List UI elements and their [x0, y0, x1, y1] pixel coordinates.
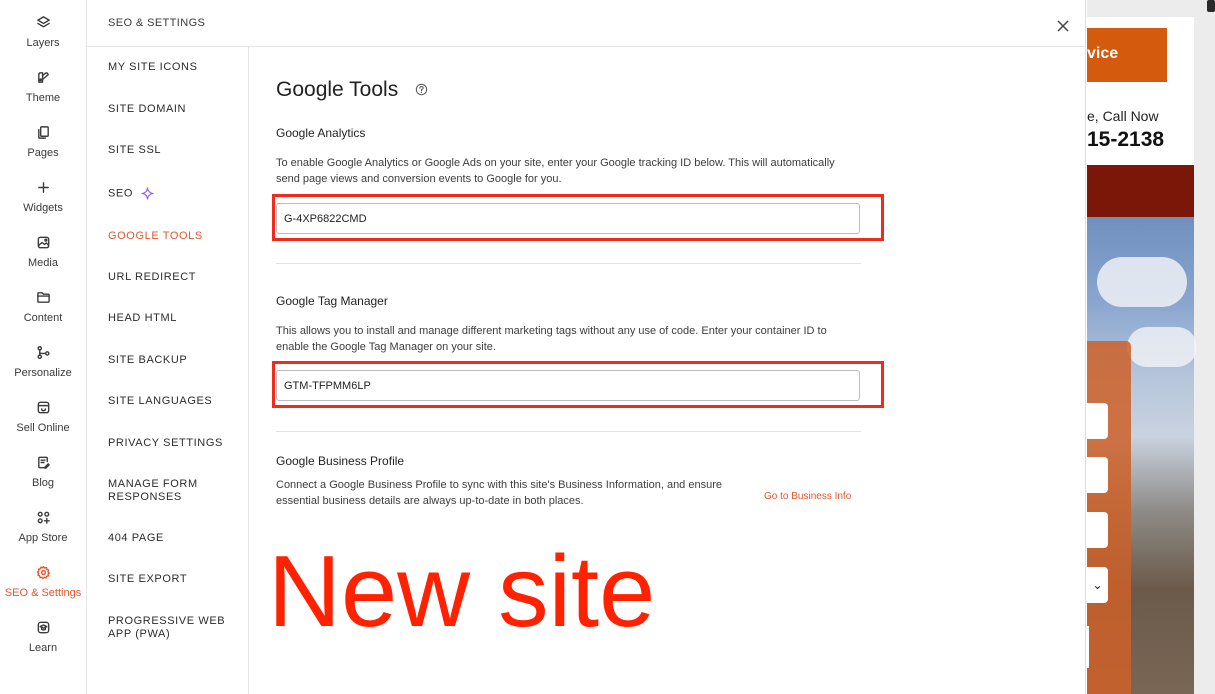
seo-settings-panel: SEO & SETTINGS MY SITE ICONS SITE DOMAIN…	[87, 0, 1086, 694]
google-tag-manager-description: This allows you to install and manage di…	[276, 325, 827, 353]
subnav-item-site-backup[interactable]: SITE BACKUP	[108, 354, 238, 367]
preview-form-submit-edge	[1087, 626, 1089, 668]
google-business-profile-title: Google Business Profile	[276, 454, 405, 468]
rail-label: App Store	[18, 532, 68, 544]
rail-label: SEO & Settings	[4, 587, 82, 599]
preview-form-field[interactable]	[1087, 512, 1108, 548]
rail-item-blog[interactable]: Blog	[0, 450, 86, 500]
rail-label: Personalize	[14, 367, 72, 379]
panel-title: SEO & SETTINGS	[108, 17, 206, 29]
preview-call-text: e, Call Now	[1087, 108, 1159, 124]
folder-icon	[36, 292, 50, 303]
rail-item-theme[interactable]: Theme	[0, 65, 86, 115]
chevron-down-icon: ⌄	[1092, 578, 1103, 592]
page-title: Google Tools	[276, 78, 399, 101]
subnav-item-label: SEO	[108, 187, 134, 200]
subnav-item-head-html[interactable]: HEAD HTML	[108, 312, 238, 325]
panel-header: SEO & SETTINGS	[87, 0, 1086, 47]
blog-icon	[37, 456, 50, 469]
subnav-item-site-export[interactable]: SITE EXPORT	[108, 573, 238, 586]
subnav-item-404-page[interactable]: 404 PAGE	[108, 532, 238, 545]
subnav-item-site-ssl[interactable]: SITE SSL	[108, 144, 238, 157]
google-analytics-title: Google Analytics	[276, 126, 366, 140]
preview-header: vice e, Call Now 15-2138	[1087, 17, 1194, 165]
rail-label: Pages	[27, 147, 59, 159]
store-icon	[37, 401, 49, 414]
rail-label: Sell Online	[16, 422, 70, 434]
subnav-item-google-tools[interactable]: GOOGLE TOOLS	[108, 230, 238, 243]
subnav-item-url-redirect[interactable]: URL REDIRECT	[108, 271, 238, 284]
google-tag-manager-title: Google Tag Manager	[276, 294, 388, 308]
close-button[interactable]	[1052, 15, 1074, 37]
help-icon[interactable]	[415, 83, 428, 96]
plus-icon	[37, 182, 49, 193]
gear-icon	[36, 565, 50, 580]
subnav-item-seo[interactable]: SEO	[108, 187, 238, 200]
rail-item-seo-settings[interactable]: SEO & Settings	[0, 560, 86, 610]
google-analytics-id-input[interactable]	[276, 203, 860, 234]
preview-form-field[interactable]	[1087, 403, 1108, 439]
rail-label: Theme	[25, 92, 61, 104]
apps-icon	[37, 511, 50, 524]
subnav-item-manage-form-responses[interactable]: MANAGE FORM RESPONSES	[108, 478, 223, 504]
rail-item-content[interactable]: Content	[0, 285, 86, 335]
rail-label: Media	[28, 257, 58, 269]
section-divider	[276, 431, 861, 432]
google-analytics-description: To enable Google Analytics or Google Ads…	[276, 157, 835, 185]
rail-item-learn[interactable]: Learn	[0, 615, 86, 665]
preview-phone-number: 15-2138	[1087, 128, 1165, 151]
rail-item-app-store[interactable]: App Store	[0, 505, 86, 555]
google-tools-content: Google Tools Google Analytics To enable …	[268, 47, 896, 694]
preview-cloud	[1097, 257, 1187, 307]
rail-item-layers[interactable]: Layers	[0, 10, 86, 60]
subnav-item-site-languages[interactable]: SITE LANGUAGES	[108, 395, 238, 408]
section-divider	[276, 263, 861, 264]
sparkle-icon	[141, 187, 154, 200]
rail-label: Blog	[31, 477, 55, 489]
rail-item-pages[interactable]: Pages	[0, 120, 86, 170]
palette-icon	[37, 72, 49, 83]
preview-nav-band	[1087, 165, 1194, 217]
subnav-item-site-domain[interactable]: SITE DOMAIN	[108, 103, 238, 116]
icon-rail: Layers Theme Pages Widgets Media Content…	[0, 0, 87, 694]
settings-subnav: MY SITE ICONS SITE DOMAIN SITE SSL SEO G…	[87, 47, 249, 694]
rail-item-media[interactable]: Media	[0, 230, 86, 280]
preview-service-label: vice	[1087, 45, 1119, 62]
new-site-annotation: New site	[268, 536, 656, 648]
rail-item-widgets[interactable]: Widgets	[0, 175, 86, 225]
subnav-item-my-site-icons[interactable]: MY SITE ICONS	[108, 61, 238, 74]
google-business-profile-description: Connect a Google Business Profile to syn…	[276, 479, 722, 507]
pages-icon	[37, 126, 49, 139]
preview-form-field[interactable]	[1087, 457, 1108, 493]
go-to-business-info-link[interactable]: Go to Business Info	[764, 491, 851, 502]
layers-icon	[36, 16, 50, 28]
rail-label: Layers	[26, 37, 60, 49]
site-preview: vice e, Call Now 15-2138 ⌄	[1087, 0, 1215, 694]
rail-label: Content	[23, 312, 63, 324]
preview-form-select[interactable]: ⌄	[1087, 567, 1108, 603]
rail-label: Learn	[28, 642, 58, 654]
rail-label: Widgets	[23, 202, 63, 214]
preview-service-button[interactable]: vice	[1087, 28, 1167, 82]
preview-scrollbar[interactable]	[1207, 0, 1215, 12]
close-icon	[1057, 20, 1069, 32]
subnav-item-privacy-settings[interactable]: PRIVACY SETTINGS	[108, 437, 238, 450]
branch-icon	[36, 345, 50, 360]
subnav-item-progressive-web-app[interactable]: PROGRESSIVE WEB APP (PWA)	[108, 615, 228, 641]
graduation-cap-icon	[37, 621, 49, 634]
rail-item-personalize[interactable]: Personalize	[0, 340, 86, 390]
rail-item-sell-online[interactable]: Sell Online	[0, 395, 86, 445]
preview-cloud	[1127, 327, 1197, 367]
google-tag-manager-id-input[interactable]	[276, 370, 860, 401]
image-icon	[37, 236, 49, 249]
